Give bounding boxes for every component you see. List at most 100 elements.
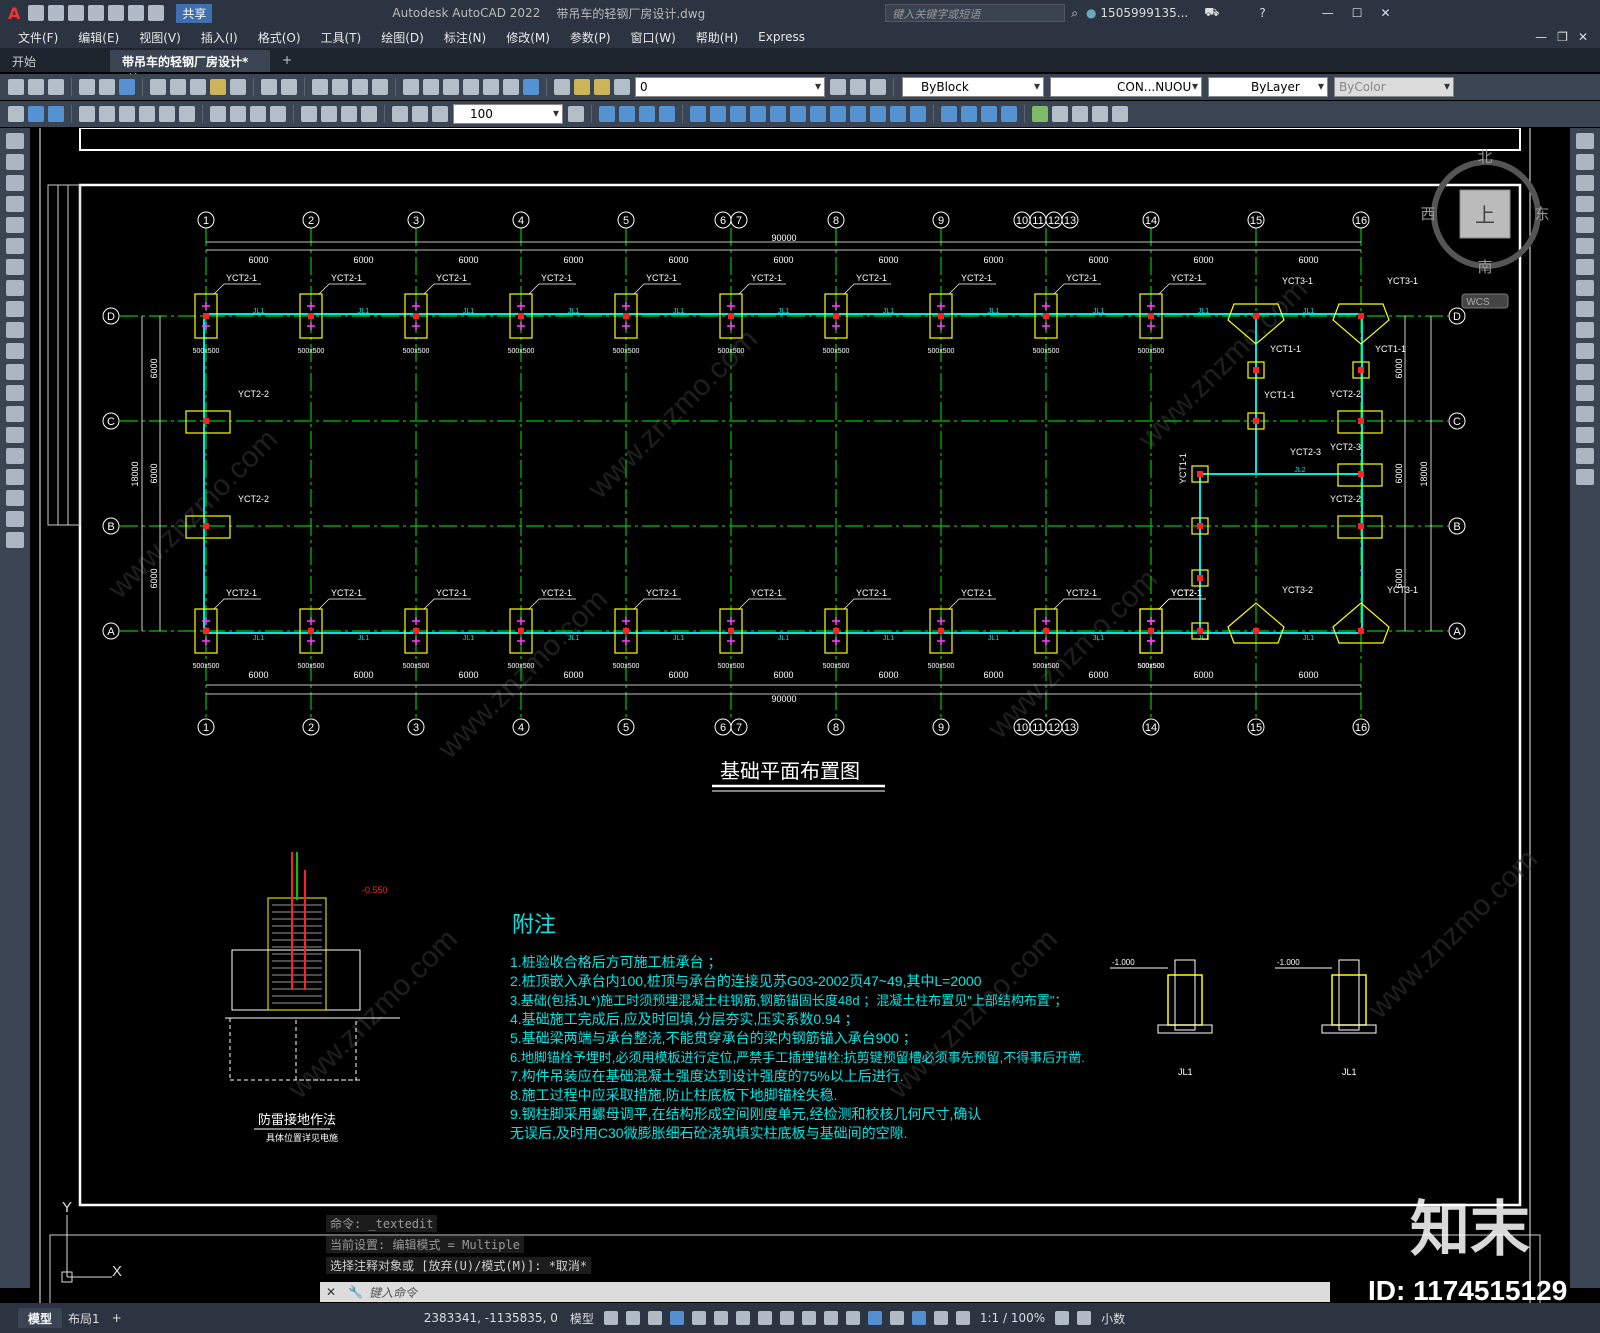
zoom-realtime-icon[interactable]	[332, 79, 348, 95]
menu-parameter[interactable]: 参数(P)	[560, 29, 621, 46]
viewcube-south[interactable]: 南	[1477, 259, 1492, 276]
tab-document[interactable]: 带吊车的轻钢厂房设计* ✕	[110, 50, 270, 84]
markup-icon[interactable]	[483, 79, 499, 95]
open-file-icon[interactable]	[48, 5, 65, 21]
inspection-icon[interactable]	[341, 106, 357, 122]
send-back-icon[interactable]	[981, 106, 997, 122]
menu-view[interactable]: 视图(V)	[129, 29, 191, 46]
doc-minimize-icon[interactable]: —	[1535, 30, 1547, 44]
pan-icon[interactable]	[312, 79, 328, 95]
make-current-icon[interactable]	[830, 79, 846, 95]
layer-state-icon[interactable]	[870, 79, 886, 95]
tool-palettes-icon[interactable]	[443, 79, 459, 95]
share-button[interactable]: 共享	[176, 3, 213, 23]
drawing-canvas[interactable]: www.znzmo.com www.znzmo.com www.znzmo.co…	[30, 128, 1570, 1303]
lineweight-icon[interactable]	[779, 1311, 794, 1325]
insert-block-icon[interactable]	[6, 364, 24, 380]
gizmo-icon[interactable]	[911, 1311, 926, 1325]
make-block-icon[interactable]	[6, 385, 24, 401]
isodraft-icon[interactable]	[713, 1311, 728, 1325]
copy-obj-icon[interactable]	[619, 106, 635, 122]
search-icon[interactable]: ⌕	[1071, 6, 1078, 21]
selection-cycle-icon[interactable]	[823, 1311, 838, 1325]
chamfer-icon[interactable]	[870, 106, 886, 122]
color-dropdown[interactable]: ByBlock	[902, 77, 1044, 97]
region-icon[interactable]	[6, 469, 24, 485]
extend-icon[interactable]	[810, 106, 826, 122]
linear-dim-icon[interactable]	[28, 106, 44, 122]
help-icon[interactable]: ?	[1259, 6, 1265, 20]
r-break-icon[interactable]	[1576, 364, 1594, 380]
cmd-close-icon[interactable]: ✕	[320, 1285, 342, 1299]
dim-style-icon[interactable]	[568, 106, 584, 122]
wcs-menu[interactable]: WCS	[1466, 297, 1490, 308]
print-icon[interactable]	[79, 79, 95, 95]
r-mirror-icon[interactable]	[1576, 175, 1594, 191]
menu-file[interactable]: 文件(F)	[8, 29, 68, 46]
dim-break-icon[interactable]	[270, 106, 286, 122]
tab-layout1[interactable]: 布局1	[62, 1310, 106, 1327]
help-tool-icon[interactable]	[523, 79, 539, 95]
dim-update-icon[interactable]	[432, 106, 448, 122]
doc-restore-icon[interactable]: ❐	[1557, 30, 1568, 44]
polar-icon[interactable]	[691, 1311, 706, 1325]
paste-icon[interactable]	[190, 79, 206, 95]
fillet-icon[interactable]	[890, 106, 906, 122]
revcloud-icon[interactable]	[6, 280, 24, 296]
diameter-icon[interactable]	[159, 106, 175, 122]
mirror-icon[interactable]	[639, 106, 655, 122]
menu-help[interactable]: 帮助(H)	[686, 29, 748, 46]
center-mark-icon[interactable]	[321, 106, 337, 122]
baseline-icon[interactable]	[210, 106, 226, 122]
save-tool-icon[interactable]	[48, 79, 64, 95]
r-stretch-icon[interactable]	[1576, 301, 1594, 317]
selection-filter-icon[interactable]	[889, 1311, 904, 1325]
undo-icon[interactable]	[128, 5, 145, 21]
ordinate-icon[interactable]	[99, 106, 115, 122]
sheet-set-icon[interactable]	[463, 79, 479, 95]
autocad-logo-icon[interactable]: A	[8, 4, 20, 23]
draworder-icon[interactable]	[941, 106, 957, 122]
osnap-icon[interactable]	[757, 1311, 772, 1325]
model-space-button[interactable]: 模型	[564, 1310, 600, 1327]
user-name[interactable]: 1505999135...	[1100, 6, 1188, 20]
cut-icon[interactable]	[150, 79, 166, 95]
ellipse-icon[interactable]	[6, 322, 24, 338]
add-selected-icon[interactable]	[6, 532, 24, 548]
aligned-dim-icon[interactable]	[48, 106, 64, 122]
close-button[interactable]: ✕	[1380, 6, 1390, 20]
menu-format[interactable]: 格式(O)	[248, 29, 311, 46]
table-icon[interactable]	[6, 490, 24, 506]
annotation-monitor-icon[interactable]	[1077, 1311, 1092, 1325]
point-icon[interactable]	[6, 406, 24, 422]
dim-space-icon[interactable]	[250, 106, 266, 122]
zoom-previous-icon[interactable]	[372, 79, 388, 95]
layer-dropdown[interactable]: 0	[635, 77, 825, 97]
continue-icon[interactable]	[230, 106, 246, 122]
minimize-button[interactable]: —	[1322, 6, 1334, 20]
group-edit-icon[interactable]	[1072, 106, 1088, 122]
r-join-icon[interactable]	[1576, 385, 1594, 401]
command-line[interactable]: ✕ 🔧 键入命令	[320, 1282, 1330, 1302]
r-rotate-icon[interactable]	[1576, 259, 1594, 275]
quick-dim-icon[interactable]	[8, 106, 24, 122]
move-icon[interactable]	[710, 106, 726, 122]
copy-icon[interactable]	[170, 79, 186, 95]
redo-tool-icon[interactable]	[281, 79, 297, 95]
group-select-icon[interactable]	[1092, 106, 1108, 122]
r-chamfer-icon[interactable]	[1576, 406, 1594, 422]
snap-icon[interactable]	[625, 1311, 640, 1325]
user-icon[interactable]: ●	[1086, 6, 1096, 20]
layer-properties-icon[interactable]	[554, 79, 570, 95]
arc-length-icon[interactable]	[79, 106, 95, 122]
layer-previous-icon[interactable]	[850, 79, 866, 95]
add-layout-button[interactable]: +	[106, 1311, 128, 1325]
gradient-icon[interactable]	[6, 448, 24, 464]
menu-insert[interactable]: 插入(I)	[191, 29, 248, 46]
polyline-icon[interactable]	[6, 175, 24, 191]
transparency-icon[interactable]	[801, 1311, 816, 1325]
rotate-icon[interactable]	[730, 106, 746, 122]
line-icon[interactable]	[6, 133, 24, 149]
otrack-icon[interactable]	[735, 1311, 750, 1325]
r-extend-icon[interactable]	[1576, 343, 1594, 359]
